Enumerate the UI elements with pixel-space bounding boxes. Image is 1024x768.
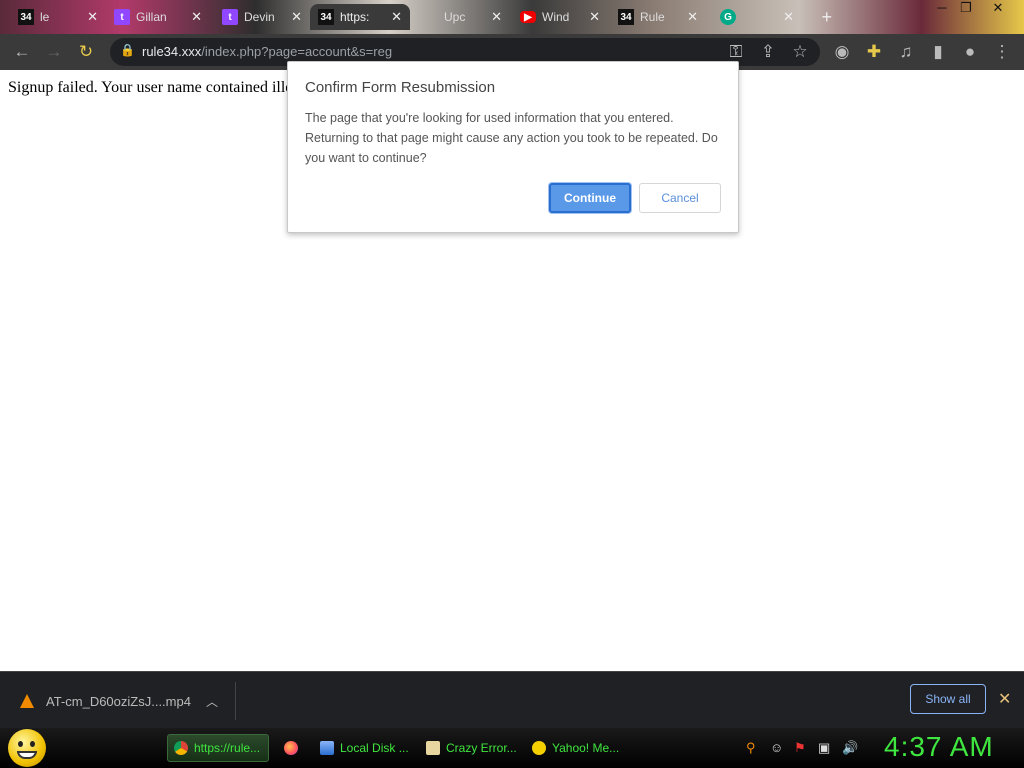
side-panel-icon[interactable]: ▮: [928, 42, 948, 62]
dialog-message: The page that you're looking for used in…: [305, 111, 718, 165]
rule34-icon: 34: [618, 9, 634, 25]
url-text: rule34.xxx/index.php?page=account&s=reg: [142, 44, 392, 59]
tab-8[interactable]: G ✕: [712, 4, 802, 30]
close-icon[interactable]: ✕: [589, 9, 600, 25]
url-path: /index.php?page=account&s=reg: [201, 44, 393, 59]
tab-title: Upc: [444, 10, 466, 24]
globe-icon: G: [720, 9, 736, 25]
tab-3[interactable]: t Devin ✕: [214, 4, 310, 30]
close-icon[interactable]: ✕: [491, 9, 502, 25]
chrome-icon: [174, 741, 188, 755]
tab-6[interactable]: ▶ Wind ✕: [512, 4, 608, 30]
tab-title: Gillan: [136, 10, 167, 24]
extension-flag-icon[interactable]: ◉: [832, 42, 852, 62]
bookmark-star-icon[interactable]: ☆: [790, 42, 810, 62]
dialog-title: Confirm Form Resubmission: [305, 79, 496, 96]
taskbar-item-firefox[interactable]: [278, 734, 308, 762]
restore-button[interactable]: ❐: [954, 0, 978, 18]
profile-avatar-icon[interactable]: ●: [960, 42, 980, 62]
taskbar-item-local-disk[interactable]: Local Disk ...: [314, 734, 416, 762]
tab-title: https:: [340, 10, 370, 24]
tab-5[interactable]: Upc ✕: [414, 4, 510, 30]
action-center-flag-icon[interactable]: ⚑: [794, 740, 806, 756]
drive-icon: [320, 741, 334, 755]
messenger-tray-icon[interactable]: ☺: [770, 740, 783, 755]
youtube-icon: ▶: [520, 11, 536, 23]
taskbar-item-yahoo-messenger[interactable]: Yahoo! Me...: [526, 734, 628, 762]
close-icon[interactable]: ✕: [687, 9, 698, 25]
network-icon[interactable]: ▣: [818, 740, 830, 756]
new-tab-button[interactable]: +: [812, 4, 840, 30]
start-button[interactable]: [8, 729, 46, 767]
taskbar-item-chrome[interactable]: https://rule...: [167, 734, 269, 762]
close-icon[interactable]: ✕: [291, 9, 302, 25]
taskbar-item-label: Yahoo! Me...: [552, 741, 620, 755]
taskbar-item-label: Local Disk ...: [340, 741, 409, 755]
volume-icon[interactable]: 🔊: [842, 740, 858, 756]
plus-icon: +: [821, 6, 832, 27]
download-item[interactable]: AT-cm_D60oziZsJ....mp4 ︿: [20, 682, 236, 720]
close-icon[interactable]: ✕: [783, 9, 794, 25]
extensions-puzzle-icon[interactable]: ✚: [864, 42, 884, 62]
forward-icon[interactable]: →: [44, 42, 64, 62]
yahoo-messenger-icon: [532, 741, 546, 755]
taskbar-item-crazy-error[interactable]: Crazy Error...: [420, 734, 522, 762]
close-icon[interactable]: ✕: [998, 689, 1011, 709]
url-host: rule34.xxx: [142, 44, 202, 59]
continue-button[interactable]: Continue: [549, 183, 631, 213]
reload-icon[interactable]: ↻: [76, 42, 96, 62]
vlc-icon: [20, 694, 34, 708]
tab-2[interactable]: t Gillan ✕: [106, 4, 210, 30]
chevron-up-icon[interactable]: ︿: [206, 693, 218, 710]
tab-title: le: [40, 10, 50, 24]
share-icon[interactable]: ⇪: [758, 42, 778, 62]
tab-7[interactable]: 34 Rule ✕: [610, 4, 706, 30]
rule34-icon: 34: [18, 9, 34, 25]
close-icon[interactable]: ✕: [191, 9, 202, 25]
microsoft-icon: [422, 9, 438, 25]
twitch-icon: t: [114, 9, 130, 25]
search-icon[interactable]: ⚲: [746, 740, 756, 756]
minimize-button[interactable]: ─: [930, 0, 954, 18]
twitch-icon: t: [222, 9, 238, 25]
firefox-icon: [284, 741, 298, 755]
back-icon[interactable]: ←: [12, 42, 32, 62]
key-icon[interactable]: ⚿: [726, 42, 746, 62]
taskbar-clock[interactable]: 4:37 AM: [884, 731, 994, 763]
tab-title: Wind: [542, 10, 570, 24]
tab-title: Rule: [640, 10, 665, 24]
taskbar-item-label: Crazy Error...: [446, 741, 517, 755]
close-window-button[interactable]: ✕: [986, 0, 1010, 18]
menu-kebab-icon[interactable]: ⋮: [992, 42, 1012, 62]
rule34-icon: 34: [318, 9, 334, 25]
confirm-resubmission-dialog: Confirm Form Resubmission The page that …: [287, 61, 739, 233]
media-control-icon[interactable]: ♫: [896, 42, 916, 62]
tab-4-active[interactable]: 34 https: ✕: [310, 4, 410, 30]
download-bar: AT-cm_D60oziZsJ....mp4 ︿ Show all ✕: [0, 671, 1024, 729]
download-file-name: AT-cm_D60oziZsJ....mp4: [46, 693, 191, 709]
cancel-button[interactable]: Cancel: [639, 183, 721, 213]
tab-1[interactable]: 34 le ✕: [10, 4, 106, 30]
document-icon: [426, 741, 440, 755]
show-all-button[interactable]: Show all: [910, 684, 986, 714]
taskbar-item-label: https://rule...: [194, 741, 261, 755]
tab-title: Devin: [244, 10, 275, 24]
close-icon[interactable]: ✕: [391, 9, 402, 25]
lock-icon: 🔒: [120, 43, 135, 57]
taskbar: https://rule... Local Disk ... Crazy Err…: [0, 728, 1024, 768]
close-icon[interactable]: ✕: [87, 9, 98, 25]
tab-strip: 34 le ✕ t Gillan ✕ t Devin ✕ 34 https: ✕…: [0, 0, 1024, 34]
